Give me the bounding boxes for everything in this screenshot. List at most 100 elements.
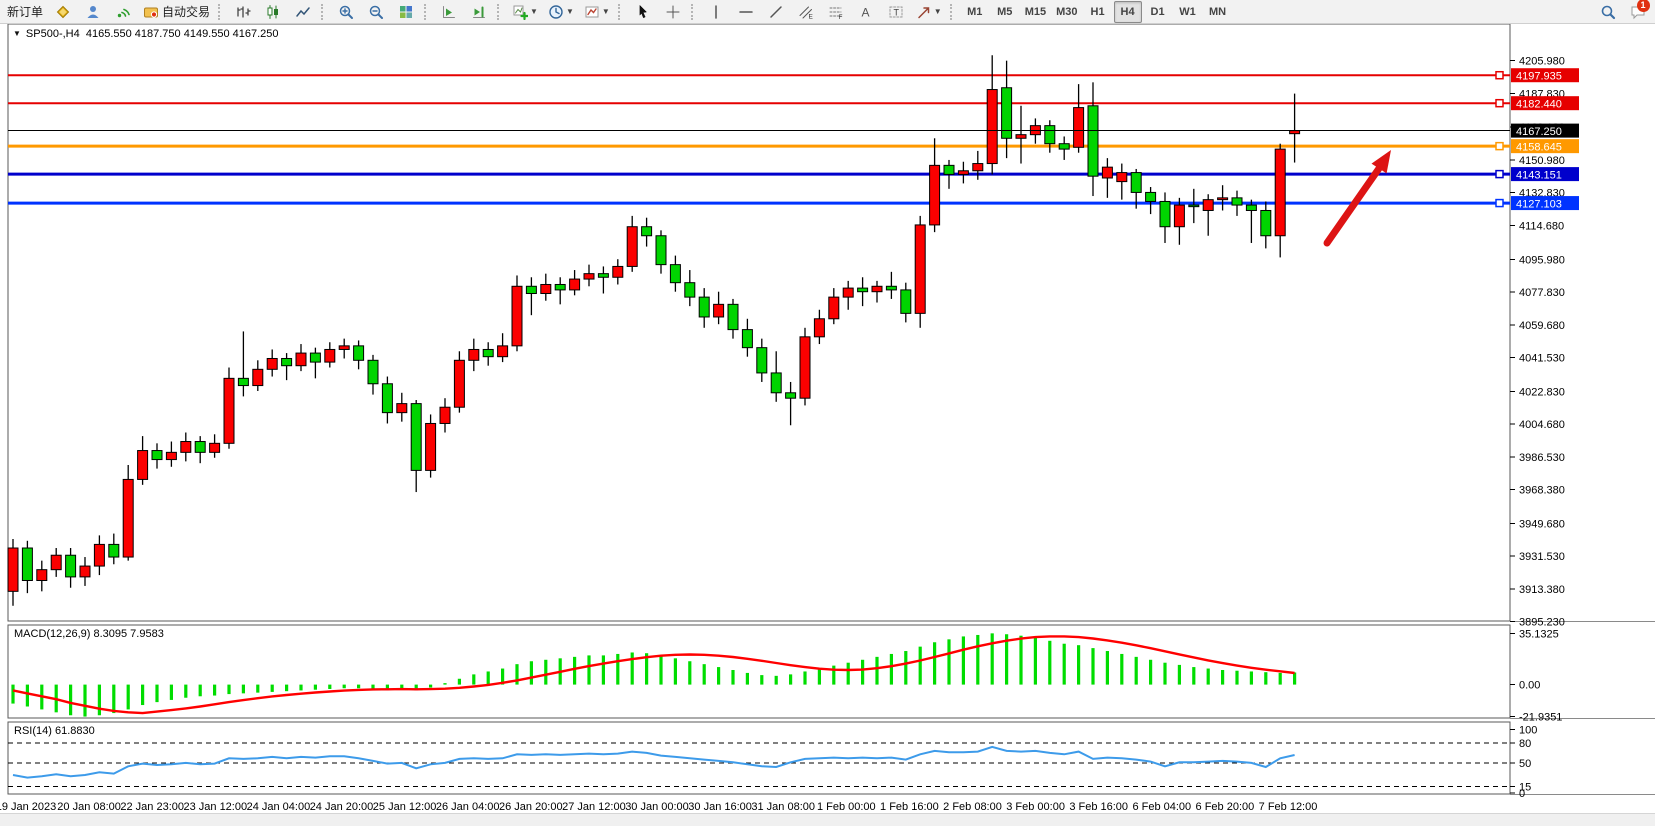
time-tick-label: 6 Feb 20:00 [1196,801,1255,813]
chevron-down-icon[interactable]: ▼ [530,7,538,16]
search-icon [1600,4,1616,20]
price-tick-label: 4150.980 [1519,155,1565,167]
price-line-handle[interactable] [1496,171,1503,178]
time-tick-label: 20 Jan 08:00 [57,801,121,813]
clock-icon [548,4,564,20]
time-tick-label: 23 Jan 12:00 [183,801,247,813]
line-chart-icon [295,4,311,20]
auto-trading-button[interactable]: 自动交易 [139,1,214,23]
signal-button[interactable] [109,1,137,23]
gold-button[interactable] [49,1,77,23]
bar-chart-icon [235,4,251,20]
chart-collapse-icon[interactable]: ▼ [13,29,21,38]
time-tick-label: 7 Feb 12:00 [1259,801,1318,813]
search-button[interactable] [1594,1,1622,23]
arrows-icon [916,4,932,20]
zoom-in-button[interactable] [332,1,360,23]
period-m15-button[interactable]: M15 [1021,1,1050,23]
price-tick-label: 4059.680 [1519,320,1565,332]
price-tick-label: 3895.230 [1519,617,1565,629]
time-tick-label: 1 Feb 00:00 [817,801,876,813]
time-tick-label: 6 Feb 04:00 [1132,801,1191,813]
new-order-button[interactable]: 新订单 [3,1,47,23]
profile-button[interactable] [79,1,107,23]
auto-scroll-icon [441,4,457,20]
time-tick-label: 24 Jan 04:00 [247,801,311,813]
time-tick-label: 1 Feb 16:00 [880,801,939,813]
chart-window: ▼ SP500-,H4 4165.550 4187.750 4149.550 41… [0,24,1655,813]
period-m15-label: M15 [1025,6,1046,18]
time-axis[interactable]: 19 Jan 202320 Jan 08:0022 Jan 23:0023 Ja… [0,801,1317,813]
line-chart-button[interactable] [289,1,317,23]
chart-shift-button[interactable] [465,1,493,23]
svg-text:4127.103: 4127.103 [1516,199,1562,211]
bar-chart-button[interactable] [229,1,257,23]
price-line-handle[interactable] [1496,200,1503,207]
time-tick-label: 3 Feb 16:00 [1069,801,1128,813]
chart-canvas[interactable]: 4205.9804187.8304169.1304150.9804132.830… [0,24,1655,813]
time-tick-label: 22 Jan 23:00 [120,801,184,813]
toolbar-separator [950,4,957,20]
toolbar-separator [691,4,698,20]
timeframes-button[interactable]: ▼ [544,1,578,23]
chevron-down-icon[interactable]: ▼ [602,7,610,16]
macd-axis-label: 0.00 [1519,680,1540,692]
chart-title-text: SP500-,H4 4165.550 4187.750 4149.550 416… [26,28,279,40]
price-tick-label: 4205.980 [1519,56,1565,68]
candle-chart-button[interactable] [259,1,287,23]
vertical-line-button[interactable] [702,1,730,23]
svg-text:4197.935: 4197.935 [1516,71,1562,83]
zoom-out-button[interactable] [362,1,390,23]
main-panel [8,24,1510,621]
period-m30-button[interactable]: M30 [1052,1,1081,23]
period-mn-button[interactable]: MN [1204,1,1232,23]
cursor-button[interactable] [629,1,657,23]
period-d1-button[interactable]: D1 [1144,1,1172,23]
toolbar-separator [618,4,625,20]
chevron-down-icon[interactable]: ▼ [566,7,574,16]
text-button[interactable]: A [852,1,880,23]
fibonacci-button[interactable]: F [822,1,850,23]
chevron-down-icon[interactable]: ▼ [934,7,942,16]
macd-signal-line [13,636,1295,713]
tile-windows-button[interactable] [392,1,420,23]
rsi-axis-label: 80 [1519,738,1531,750]
price-tick-label: 4077.830 [1519,287,1565,299]
period-w1-button[interactable]: W1 [1174,1,1202,23]
auto-scroll-button[interactable] [435,1,463,23]
chat-button[interactable]: 1 [1624,1,1652,23]
text-label-button[interactable]: T [882,1,910,23]
fibonacci-icon: F [828,4,844,20]
time-tick-label: 25 Jan 12:00 [373,801,437,813]
macd-indicator-label: MACD(12,26,9) 8.3095 7.9583 [14,628,164,640]
period-m1-button[interactable]: M1 [961,1,989,23]
horizontal-line-button[interactable] [732,1,760,23]
arrows-button[interactable]: ▼ [912,1,946,23]
trend-line-button[interactable] [762,1,790,23]
templates-button[interactable]: ▼ [580,1,614,23]
period-h4-button[interactable]: H4 [1114,1,1142,23]
svg-text:4182.440: 4182.440 [1516,99,1562,111]
period-m30-label: M30 [1056,6,1077,18]
horizontal-line-icon [738,4,754,20]
period-h1-button[interactable]: H1 [1084,1,1112,23]
zoom-out-icon [368,4,384,20]
crosshair-button[interactable] [659,1,687,23]
price-line-handle[interactable] [1496,100,1503,107]
period-m5-button[interactable]: M5 [991,1,1019,23]
price-tick-label: 3968.380 [1519,485,1565,497]
price-line-handle[interactable] [1496,72,1503,79]
time-tick-label: 27 Jan 12:00 [562,801,626,813]
profile-icon [85,4,101,20]
price-tick-label: 3913.380 [1519,584,1565,596]
period-m5-label: M5 [997,6,1012,18]
price-tick-label: 3931.530 [1519,551,1565,563]
indicators-button[interactable]: ▼ [508,1,542,23]
signal-icon [115,4,131,20]
indicators-icon [512,4,528,20]
gold-icon [55,4,71,20]
trend-arrow-annotation[interactable] [1327,150,1391,243]
channel-button[interactable]: E [792,1,820,23]
price-tick-label: 3986.530 [1519,452,1565,464]
price-line-handle[interactable] [1496,143,1503,150]
